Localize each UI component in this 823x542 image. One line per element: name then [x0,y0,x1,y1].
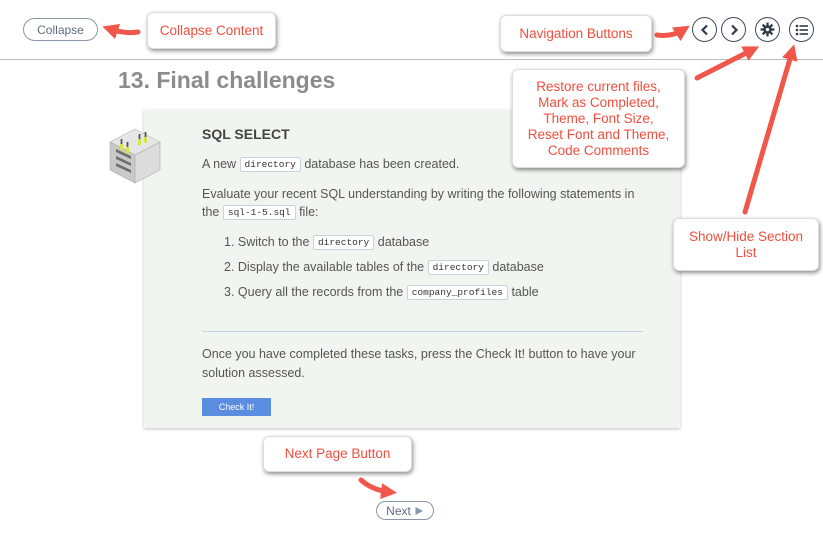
callout-navigation-text: Navigation Buttons [519,25,633,41]
arrow-next-page [358,477,397,500]
callout-settings-line: Restore current files, [536,78,661,94]
callout-section-line: Show/Hide Section [688,228,804,244]
callout-next-page-text: Next Page Button [284,446,391,461]
callout-navigation: Navigation Buttons [500,15,652,52]
callout-settings-line: Reset Font and Theme, [527,126,670,142]
arrow-navigation [654,25,690,42]
arrow-settings [694,46,760,81]
arrow-collapse [102,23,141,40]
callout-section-list: Show/Hide Section List [673,218,819,271]
arrow-section-list [742,44,798,215]
callout-settings: Restore current files, Mark as Completed… [512,69,685,168]
callout-collapse-text: Collapse Content [159,22,264,38]
callout-settings-line: Theme, Font Size, [543,110,654,126]
callout-settings-line: Code Comments [547,142,650,158]
callout-next-page: Next Page Button [263,436,412,472]
callout-settings-line: Mark as Completed, [538,94,659,110]
callout-collapse: Collapse Content [147,12,276,49]
callout-section-line: List [735,244,757,260]
